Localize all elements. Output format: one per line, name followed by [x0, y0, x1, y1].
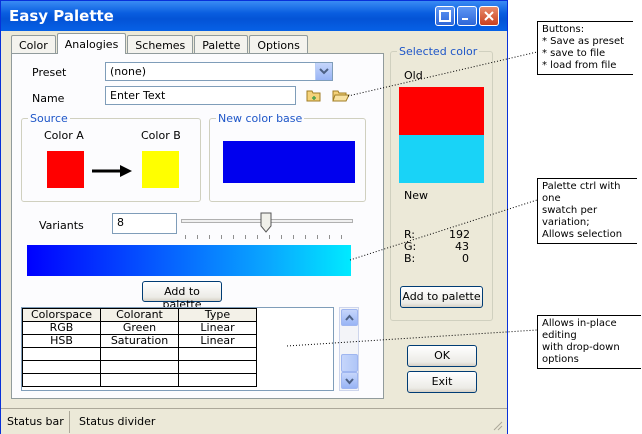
leader-line	[286, 329, 538, 347]
annotation-leader-lines	[286, 51, 538, 347]
leader-line	[347, 51, 538, 97]
leader-line	[349, 199, 538, 261]
tab-analogies[interactable]: Analogies	[56, 33, 127, 54]
